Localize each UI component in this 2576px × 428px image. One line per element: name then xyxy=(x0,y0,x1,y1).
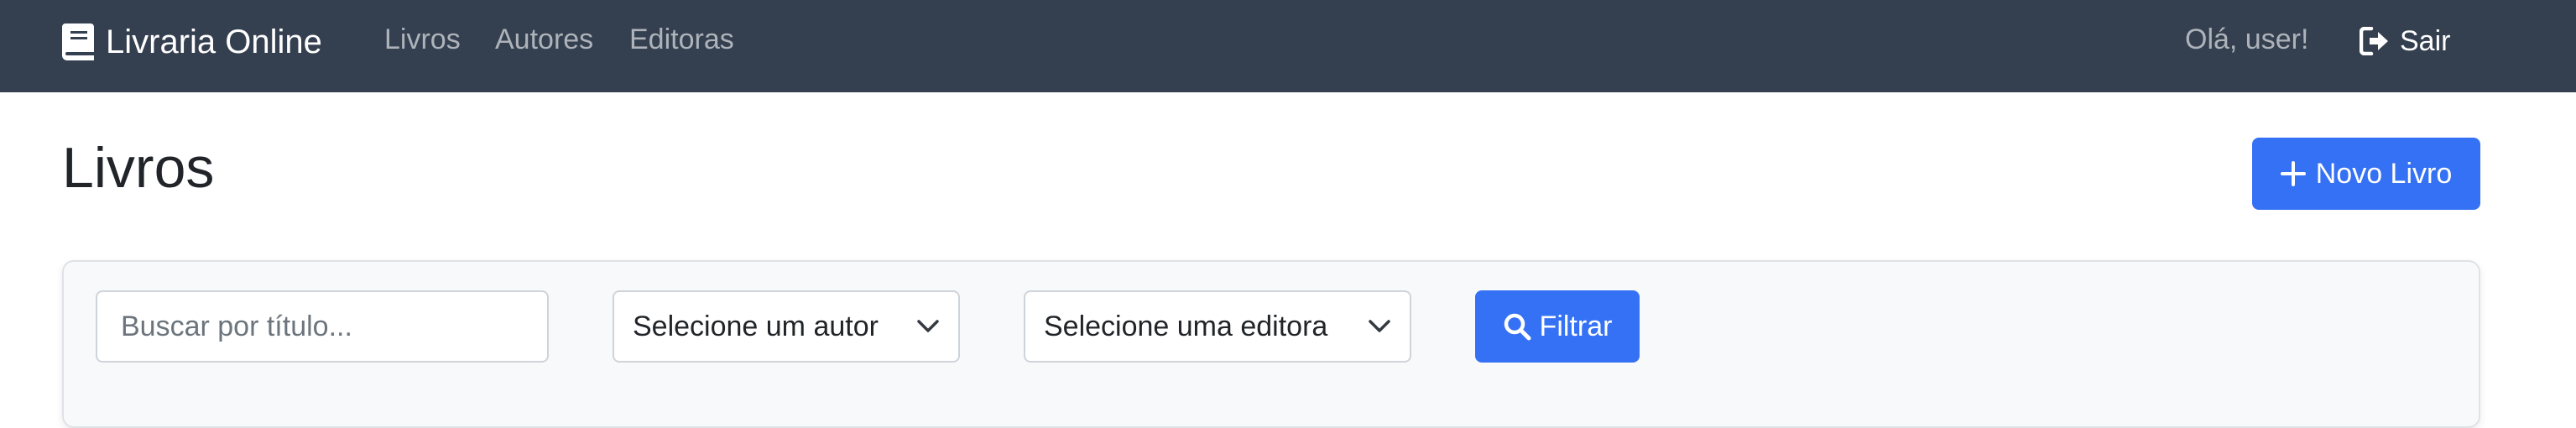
page-title: Livros xyxy=(62,136,215,200)
brand-link[interactable]: Livraria Online xyxy=(62,18,322,65)
author-select[interactable]: Selecione um autor xyxy=(613,290,960,363)
chevron-down-icon xyxy=(1369,320,1390,332)
publisher-select[interactable]: Selecione uma editora xyxy=(1024,290,1411,363)
chevron-down-icon xyxy=(917,320,939,332)
search-input[interactable] xyxy=(96,290,549,363)
filter-label: Filtrar xyxy=(1539,310,1613,342)
user-greeting: Olá, user! xyxy=(2185,23,2309,55)
filter-button[interactable]: Filtrar xyxy=(1475,290,1640,363)
logout-button[interactable]: Sair xyxy=(2360,22,2450,60)
nav-link-autores[interactable]: Autores xyxy=(495,23,593,56)
new-book-button[interactable]: Novo Livro xyxy=(2252,138,2480,210)
brand-name: Livraria Online xyxy=(106,23,322,60)
nav-link-livros[interactable]: Livros xyxy=(384,23,461,56)
author-select-value: Selecione um autor xyxy=(633,310,879,342)
book-icon xyxy=(62,23,94,60)
nav-link-editoras[interactable]: Editoras xyxy=(629,23,734,56)
plus-icon xyxy=(2280,161,2306,186)
sign-out-icon xyxy=(2360,27,2388,55)
navbar: Livraria Online Livros Autores Editoras … xyxy=(0,0,2576,92)
search-icon xyxy=(1504,313,1531,341)
publisher-select-value: Selecione uma editora xyxy=(1044,310,1328,342)
new-book-label: Novo Livro xyxy=(2315,157,2453,190)
logout-label: Sair xyxy=(2400,24,2451,57)
